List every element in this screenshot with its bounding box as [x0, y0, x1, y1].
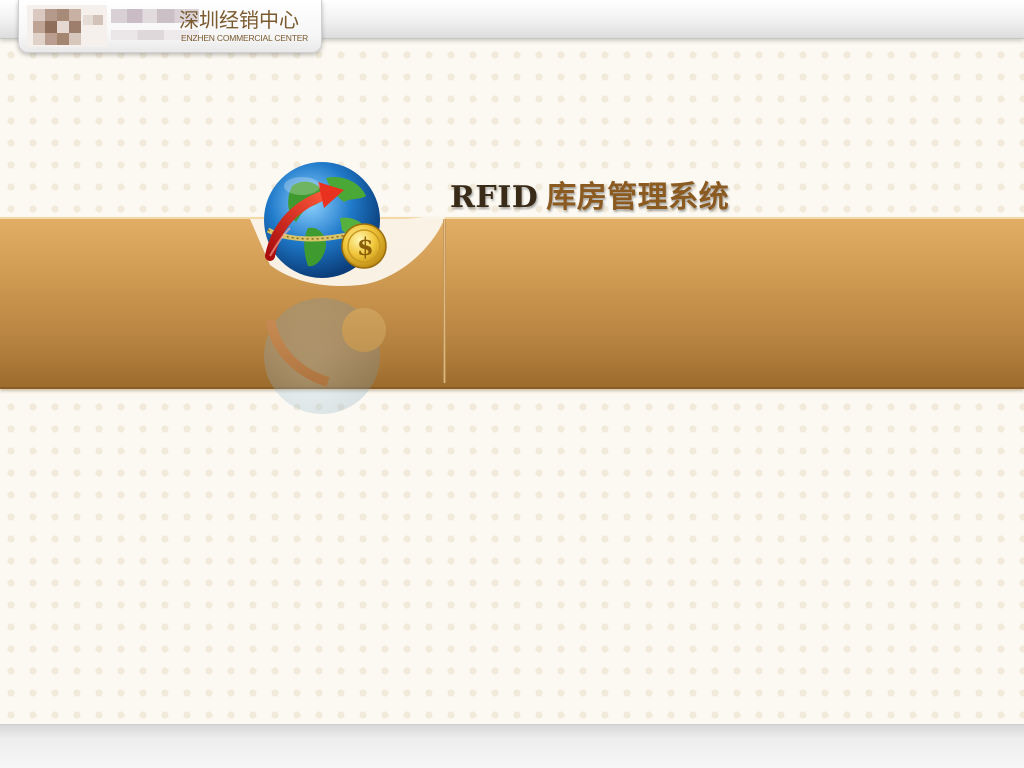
logo-text-en: ENZHEN COMMERCIAL CENTER [181, 33, 309, 43]
gold-banner-band [0, 217, 1024, 389]
globe-arrow-coin-icon: $ [264, 162, 387, 278]
company-logo-icon [27, 5, 107, 47]
svg-text:$: $ [357, 232, 374, 261]
app-title-en: RFID [450, 180, 539, 215]
band-divider [443, 219, 446, 383]
globe-reflection [264, 298, 386, 414]
bottom-bar [0, 724, 1024, 768]
app-title-cn: 库房管理系统 [546, 180, 730, 215]
logo-tab: 深圳经销中心 ENZHEN COMMERCIAL CENTER [18, 0, 322, 53]
app-title: RFID 库房管理系统 [450, 172, 729, 216]
page-root: 深圳经销中心 ENZHEN COMMERCIAL CENTER $ RFID 库… [0, 0, 1024, 768]
logo-text-cn: 深圳经销中心 [179, 8, 299, 32]
